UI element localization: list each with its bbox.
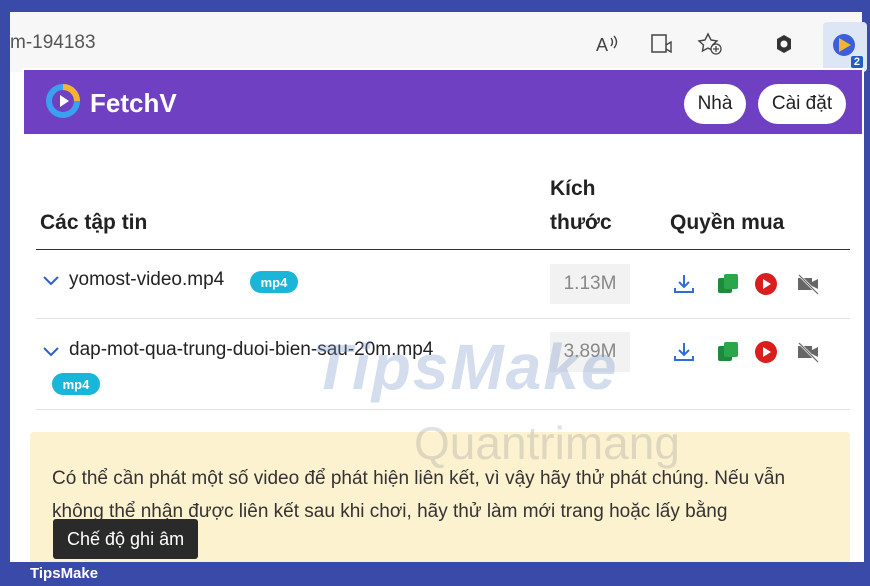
copy-icon[interactable]: [716, 272, 740, 296]
size-column-header-line2: thước: [550, 211, 612, 234]
extension-gear-icon[interactable]: [770, 30, 798, 58]
download-icon[interactable]: [672, 272, 696, 296]
play-icon[interactable]: [754, 272, 778, 296]
video-off-icon[interactable]: [796, 272, 820, 296]
popup-header: FetchV Nhà Cài đặt: [24, 70, 862, 134]
extension-badge: 2: [850, 56, 863, 68]
video-off-icon[interactable]: [796, 340, 820, 364]
add-favorite-icon[interactable]: [696, 30, 724, 58]
row-divider: [36, 409, 850, 410]
fetchv-logo-icon: [46, 84, 80, 118]
format-tag: mp4: [52, 373, 100, 395]
record-mode-button[interactable]: Chế độ ghi âm: [53, 519, 199, 559]
svg-text:A: A: [596, 35, 608, 55]
files-column-header: Các tập tin: [40, 211, 148, 234]
fetchv-extension-button[interactable]: 2: [823, 22, 867, 72]
browser-address-bar[interactable]: m-194183 A 2: [10, 12, 867, 72]
chevron-down-icon[interactable]: [42, 342, 60, 363]
watermark-logo: TipsMake: [312, 331, 619, 403]
copy-icon[interactable]: [716, 340, 740, 364]
file-name: yomost-video.mp4: [69, 269, 225, 290]
brand-name: FetchV: [90, 88, 177, 118]
home-button[interactable]: Nhà: [684, 84, 746, 124]
settings-button[interactable]: Cài đặt: [758, 84, 846, 124]
header-divider: [36, 249, 850, 250]
window-frame-left: [0, 0, 10, 586]
play-icon[interactable]: [754, 340, 778, 364]
chevron-down-icon[interactable]: [42, 271, 60, 292]
window-frame-top: [0, 0, 870, 12]
format-tag: mp4: [250, 271, 298, 293]
fetchv-popup: FetchV Nhà Cài đặt Các tập tin Kích thướ…: [22, 68, 864, 568]
immersive-reader-icon[interactable]: [648, 30, 676, 58]
watermark-secondary: Quantrimang: [414, 417, 680, 469]
url-text[interactable]: m-194183: [10, 32, 96, 54]
download-icon[interactable]: [672, 340, 696, 364]
rights-column-header: Quyền mua: [670, 211, 785, 234]
row-divider: [36, 318, 850, 319]
footer-bar: TipsMake: [0, 562, 870, 586]
read-aloud-icon[interactable]: A: [594, 30, 622, 58]
size-column-header-line1: Kích: [550, 177, 596, 200]
file-size: 1.13M: [550, 264, 630, 304]
